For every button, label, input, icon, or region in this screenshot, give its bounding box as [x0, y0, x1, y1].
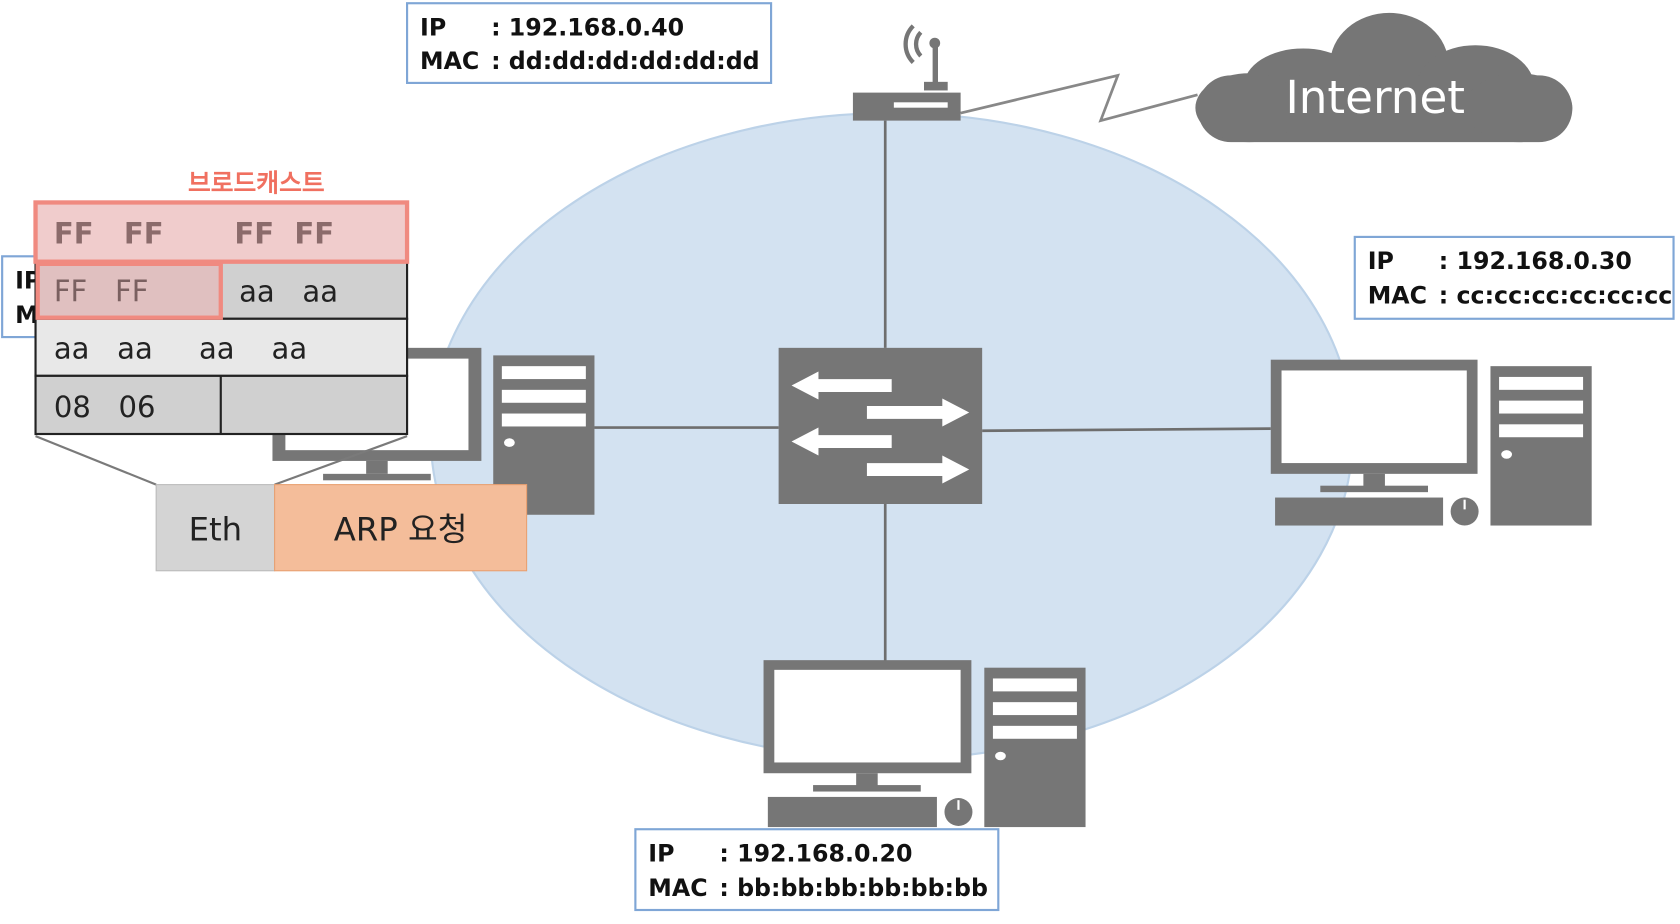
svg-text:FF FF: FF FF [54, 275, 149, 309]
svg-text:IP: IP [1368, 247, 1394, 275]
internet-cloud: Internet [1195, 12, 1573, 143]
router-info-box: IP : 192.168.0.40 MAC : dd:dd:dd:dd:dd:d… [406, 2, 773, 84]
svg-text:: dd:dd:dd:dd:dd:dd: : dd:dd:dd:dd:dd:dd [491, 47, 760, 75]
host-c-info-box: IP : 192.168.0.30 MAC : cc:cc:cc:cc:cc:c… [1353, 235, 1675, 320]
ethernet-frame-table: 브로드캐스트 FF FF FF FF FF FF aa aa aa aa aa … [33, 169, 410, 436]
svg-text:MAC: MAC [1368, 282, 1427, 310]
svg-text:MAC: MAC [648, 874, 707, 902]
svg-text:: 192.168.0.20: : 192.168.0.20 [719, 840, 912, 868]
svg-text:: bb:bb:bb:bb:bb:bb: : bb:bb:bb:bb:bb:bb [719, 874, 988, 902]
host-b-info-box: IP : 192.168.0.20 MAC : bb:bb:bb:bb:bb:b… [634, 828, 1000, 912]
svg-text:IP: IP [420, 14, 446, 42]
arp-network-diagram: Internet IP: 192.168.0.40 MAC: dd:dd:d… [1, 2, 1675, 912]
computer-c-icon [1270, 359, 1592, 526]
svg-text:MAC: MAC [420, 47, 479, 75]
svg-text:: 192.168.0.30: : 192.168.0.30 [1439, 247, 1632, 275]
arp-packet: Eth ARP 요청 [155, 484, 528, 572]
svg-text:08 06: 08 06 [54, 390, 156, 424]
svg-text:aa aa aa aa: aa aa aa aa [54, 332, 307, 366]
svg-text:ARP 요청: ARP 요청 [334, 511, 468, 549]
svg-text:: cc:cc:cc:cc:cc:cc: : cc:cc:cc:cc:cc:cc [1439, 282, 1673, 310]
broadcast-label: 브로드캐스트 [188, 169, 325, 198]
svg-text:aa aa: aa aa [239, 275, 338, 309]
svg-text:IP: IP [648, 840, 674, 868]
svg-text:: 192.168.0.40: : 192.168.0.40 [491, 14, 684, 42]
svg-text:FF FF FF FF: FF FF FF FF [54, 216, 334, 250]
router-icon [852, 24, 961, 121]
switch-icon [778, 347, 983, 504]
computer-b-icon [763, 660, 1086, 828]
svg-text:Eth: Eth [189, 511, 243, 549]
internet-label: Internet [1285, 71, 1465, 124]
